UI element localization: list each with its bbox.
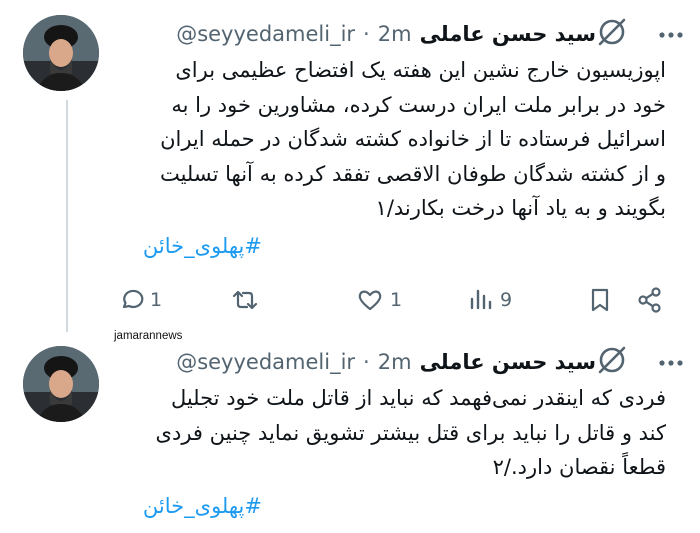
timestamp[interactable]: 2m xyxy=(378,22,412,46)
avatar[interactable] xyxy=(23,346,99,422)
share-button[interactable] xyxy=(636,283,664,317)
bookmark-icon xyxy=(591,288,609,312)
tweet-line: خود در برابر ملت ایران درست کرده، مشاوری… xyxy=(171,92,666,117)
reply-count: 1 xyxy=(150,289,163,311)
tweet-body: فردی که اینقدر نمی‌فهمد که نباید از قاتل… xyxy=(120,381,666,485)
views-icon xyxy=(470,289,492,310)
view-count: 9 xyxy=(500,289,513,311)
tweet-line: و از کشته شدگان طوفان الاقصی تفقد کرده ب… xyxy=(159,161,666,186)
separator-dot: · xyxy=(363,350,370,374)
hashtag-link[interactable]: #پهلوی_خائن xyxy=(143,494,262,518)
author-handle[interactable]: @seyyedameli_ir xyxy=(176,22,355,46)
bookmark-button[interactable] xyxy=(588,283,612,317)
author-name[interactable]: سید حسن عاملی xyxy=(420,22,596,46)
tweet-line: کند و قاتل را نباید برای قتل بیشتر تشویق… xyxy=(155,420,666,445)
grok-icon[interactable] xyxy=(594,342,630,378)
grok-icon[interactable] xyxy=(594,14,630,50)
avatar[interactable] xyxy=(23,15,99,91)
retweet-icon xyxy=(232,290,258,310)
tweet-header: @seyyedameli_ir · 2m سید حسن عاملی xyxy=(176,17,596,51)
tweet-line: اپوزیسیون خارج نشین این هفته یک افتضاح ع… xyxy=(175,58,666,82)
like-button[interactable]: 1 xyxy=(356,283,402,317)
more-options-icon[interactable] xyxy=(658,358,684,368)
tweet-line: بگویند و به یاد آنها درخت بکارند/۱ xyxy=(375,196,666,220)
separator-dot: · xyxy=(363,22,370,46)
reply-button[interactable]: 1 xyxy=(118,283,162,317)
retweet-button[interactable] xyxy=(230,283,266,317)
more-options-icon[interactable] xyxy=(658,30,684,40)
author-name[interactable]: سید حسن عاملی xyxy=(420,350,596,374)
timestamp[interactable]: 2m xyxy=(378,350,412,374)
watermark: jamarannews xyxy=(114,330,183,342)
heart-icon xyxy=(358,290,382,311)
thread-connector-line xyxy=(66,100,68,332)
views-button[interactable]: 9 xyxy=(468,283,512,317)
tweet-header: @seyyedameli_ir · 2m سید حسن عاملی xyxy=(176,345,596,379)
like-count: 1 xyxy=(390,289,403,311)
tweet-body: اپوزیسیون خارج نشین این هفته یک افتضاح ع… xyxy=(120,53,666,226)
tweet-line: اسرائیل فرستاده تا از خانواده کشته شدگان… xyxy=(160,127,666,151)
author-handle[interactable]: @seyyedameli_ir xyxy=(176,350,355,374)
tweet-actions: 1 1 9 xyxy=(112,283,672,317)
share-icon xyxy=(638,287,661,313)
hashtag-link[interactable]: #پهلوی_خائن xyxy=(143,234,262,258)
tweet-line: فردی که اینقدر نمی‌فهمد که نباید از قاتل… xyxy=(170,386,666,410)
reply-icon xyxy=(122,289,144,309)
tweet-line: قطعاً نقصان دارد./۲ xyxy=(492,455,666,479)
